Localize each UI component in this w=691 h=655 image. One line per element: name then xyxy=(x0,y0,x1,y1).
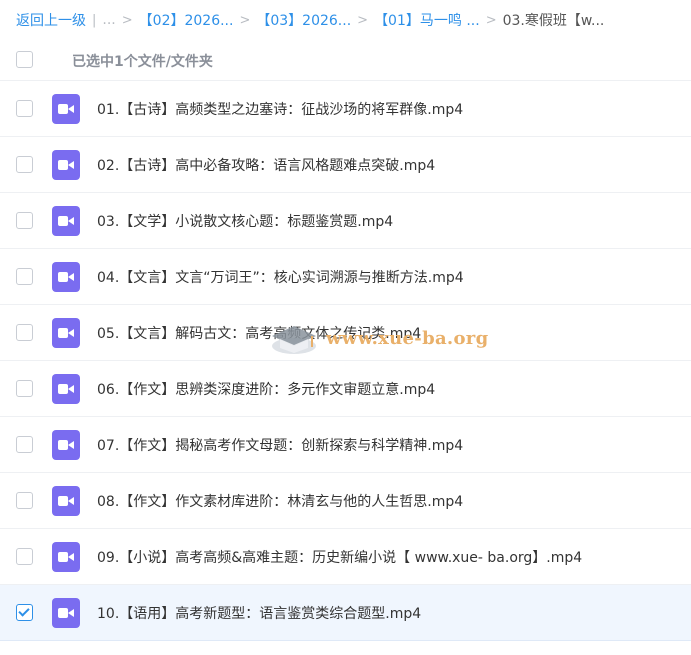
video-file-icon xyxy=(52,318,80,348)
video-file-icon xyxy=(52,150,80,180)
video-file-icon xyxy=(52,542,80,572)
checkmark-icon xyxy=(18,605,30,617)
file-checkbox[interactable] xyxy=(16,604,33,621)
video-file-icon xyxy=(52,206,80,236)
file-row[interactable]: 02.【古诗】高中必备攻略：语言风格题难点突破.mp4 xyxy=(0,137,691,193)
selection-count: 已选中1个文件/文件夹 xyxy=(72,54,213,70)
chevron-right-icon: > xyxy=(121,12,133,28)
breadcrumb-item[interactable]: 【02】2026... xyxy=(139,10,234,30)
video-file-icon xyxy=(52,94,80,124)
file-row[interactable]: 07.【作文】揭秘高考作文母题：创新探索与科学精神.mp4 xyxy=(0,417,691,473)
breadcrumb-separator: | xyxy=(92,12,97,28)
file-checkbox[interactable] xyxy=(16,548,33,565)
file-checkbox[interactable] xyxy=(16,492,33,509)
file-name[interactable]: 09.【小说】高考高频&高难主题：历史新编小说【 www.xue- ba.org… xyxy=(97,547,582,567)
file-row[interactable]: 05.【文言】解码古文：高考高频文体之传记类.mp4 xyxy=(0,305,691,361)
back-link[interactable]: 返回上一级 xyxy=(16,10,86,30)
file-checkbox[interactable] xyxy=(16,324,33,341)
file-list-header: 已选中1个文件/文件夹 xyxy=(0,40,691,81)
breadcrumb-item[interactable]: 【03】2026... xyxy=(256,10,351,30)
breadcrumb: 返回上一级 | ... > 【02】2026... > 【03】2026... … xyxy=(0,0,691,40)
video-file-icon xyxy=(52,598,80,628)
chevron-right-icon: > xyxy=(239,12,251,28)
file-checkbox[interactable] xyxy=(16,156,33,173)
file-checkbox[interactable] xyxy=(16,100,33,117)
file-row[interactable]: 09.【小说】高考高频&高难主题：历史新编小说【 www.xue- ba.org… xyxy=(0,529,691,585)
select-all-checkbox[interactable] xyxy=(16,51,33,68)
breadcrumb-ellipsis[interactable]: ... xyxy=(102,12,115,28)
file-row[interactable]: 06.【作文】思辨类深度进阶：多元作文审题立意.mp4 xyxy=(0,361,691,417)
file-name[interactable]: 10.【语用】高考新题型：语言鉴赏类综合题型.mp4 xyxy=(97,603,421,623)
video-file-icon xyxy=(52,486,80,516)
breadcrumb-item[interactable]: 【01】马一鸣 ... xyxy=(374,10,480,30)
file-name[interactable]: 02.【古诗】高中必备攻略：语言风格题难点突破.mp4 xyxy=(97,155,435,175)
file-row[interactable]: 03.【文学】小说散文核心题：标题鉴赏题.mp4 xyxy=(0,193,691,249)
video-file-icon xyxy=(52,374,80,404)
chevron-right-icon: > xyxy=(485,12,497,28)
breadcrumb-current: 03.寒假班【w... xyxy=(502,13,605,29)
video-file-icon xyxy=(52,262,80,292)
file-checkbox[interactable] xyxy=(16,436,33,453)
file-name[interactable]: 04.【文言】文言“万词王”：核心实词溯源与推断方法.mp4 xyxy=(97,267,464,287)
file-checkbox[interactable] xyxy=(16,212,33,229)
file-checkbox[interactable] xyxy=(16,380,33,397)
video-file-icon xyxy=(52,430,80,460)
file-name[interactable]: 06.【作文】思辨类深度进阶：多元作文审题立意.mp4 xyxy=(97,379,435,399)
file-row[interactable]: 04.【文言】文言“万词王”：核心实词溯源与推断方法.mp4 xyxy=(0,249,691,305)
chevron-right-icon: > xyxy=(357,12,369,28)
file-name[interactable]: 01.【古诗】高频类型之边塞诗：征战沙场的将军群像.mp4 xyxy=(97,99,463,119)
file-row[interactable]: 01.【古诗】高频类型之边塞诗：征战沙场的将军群像.mp4 xyxy=(0,81,691,137)
file-row[interactable]: 08.【作文】作文素材库进阶：林清玄与他的人生哲思.mp4 xyxy=(0,473,691,529)
file-checkbox[interactable] xyxy=(16,268,33,285)
file-row[interactable]: 10.【语用】高考新题型：语言鉴赏类综合题型.mp4 xyxy=(0,585,691,641)
file-name[interactable]: 05.【文言】解码古文：高考高频文体之传记类.mp4 xyxy=(97,323,421,343)
file-name[interactable]: 03.【文学】小说散文核心题：标题鉴赏题.mp4 xyxy=(97,211,393,231)
file-name[interactable]: 07.【作文】揭秘高考作文母题：创新探索与科学精神.mp4 xyxy=(97,435,463,455)
file-name[interactable]: 08.【作文】作文素材库进阶：林清玄与他的人生哲思.mp4 xyxy=(97,491,463,511)
